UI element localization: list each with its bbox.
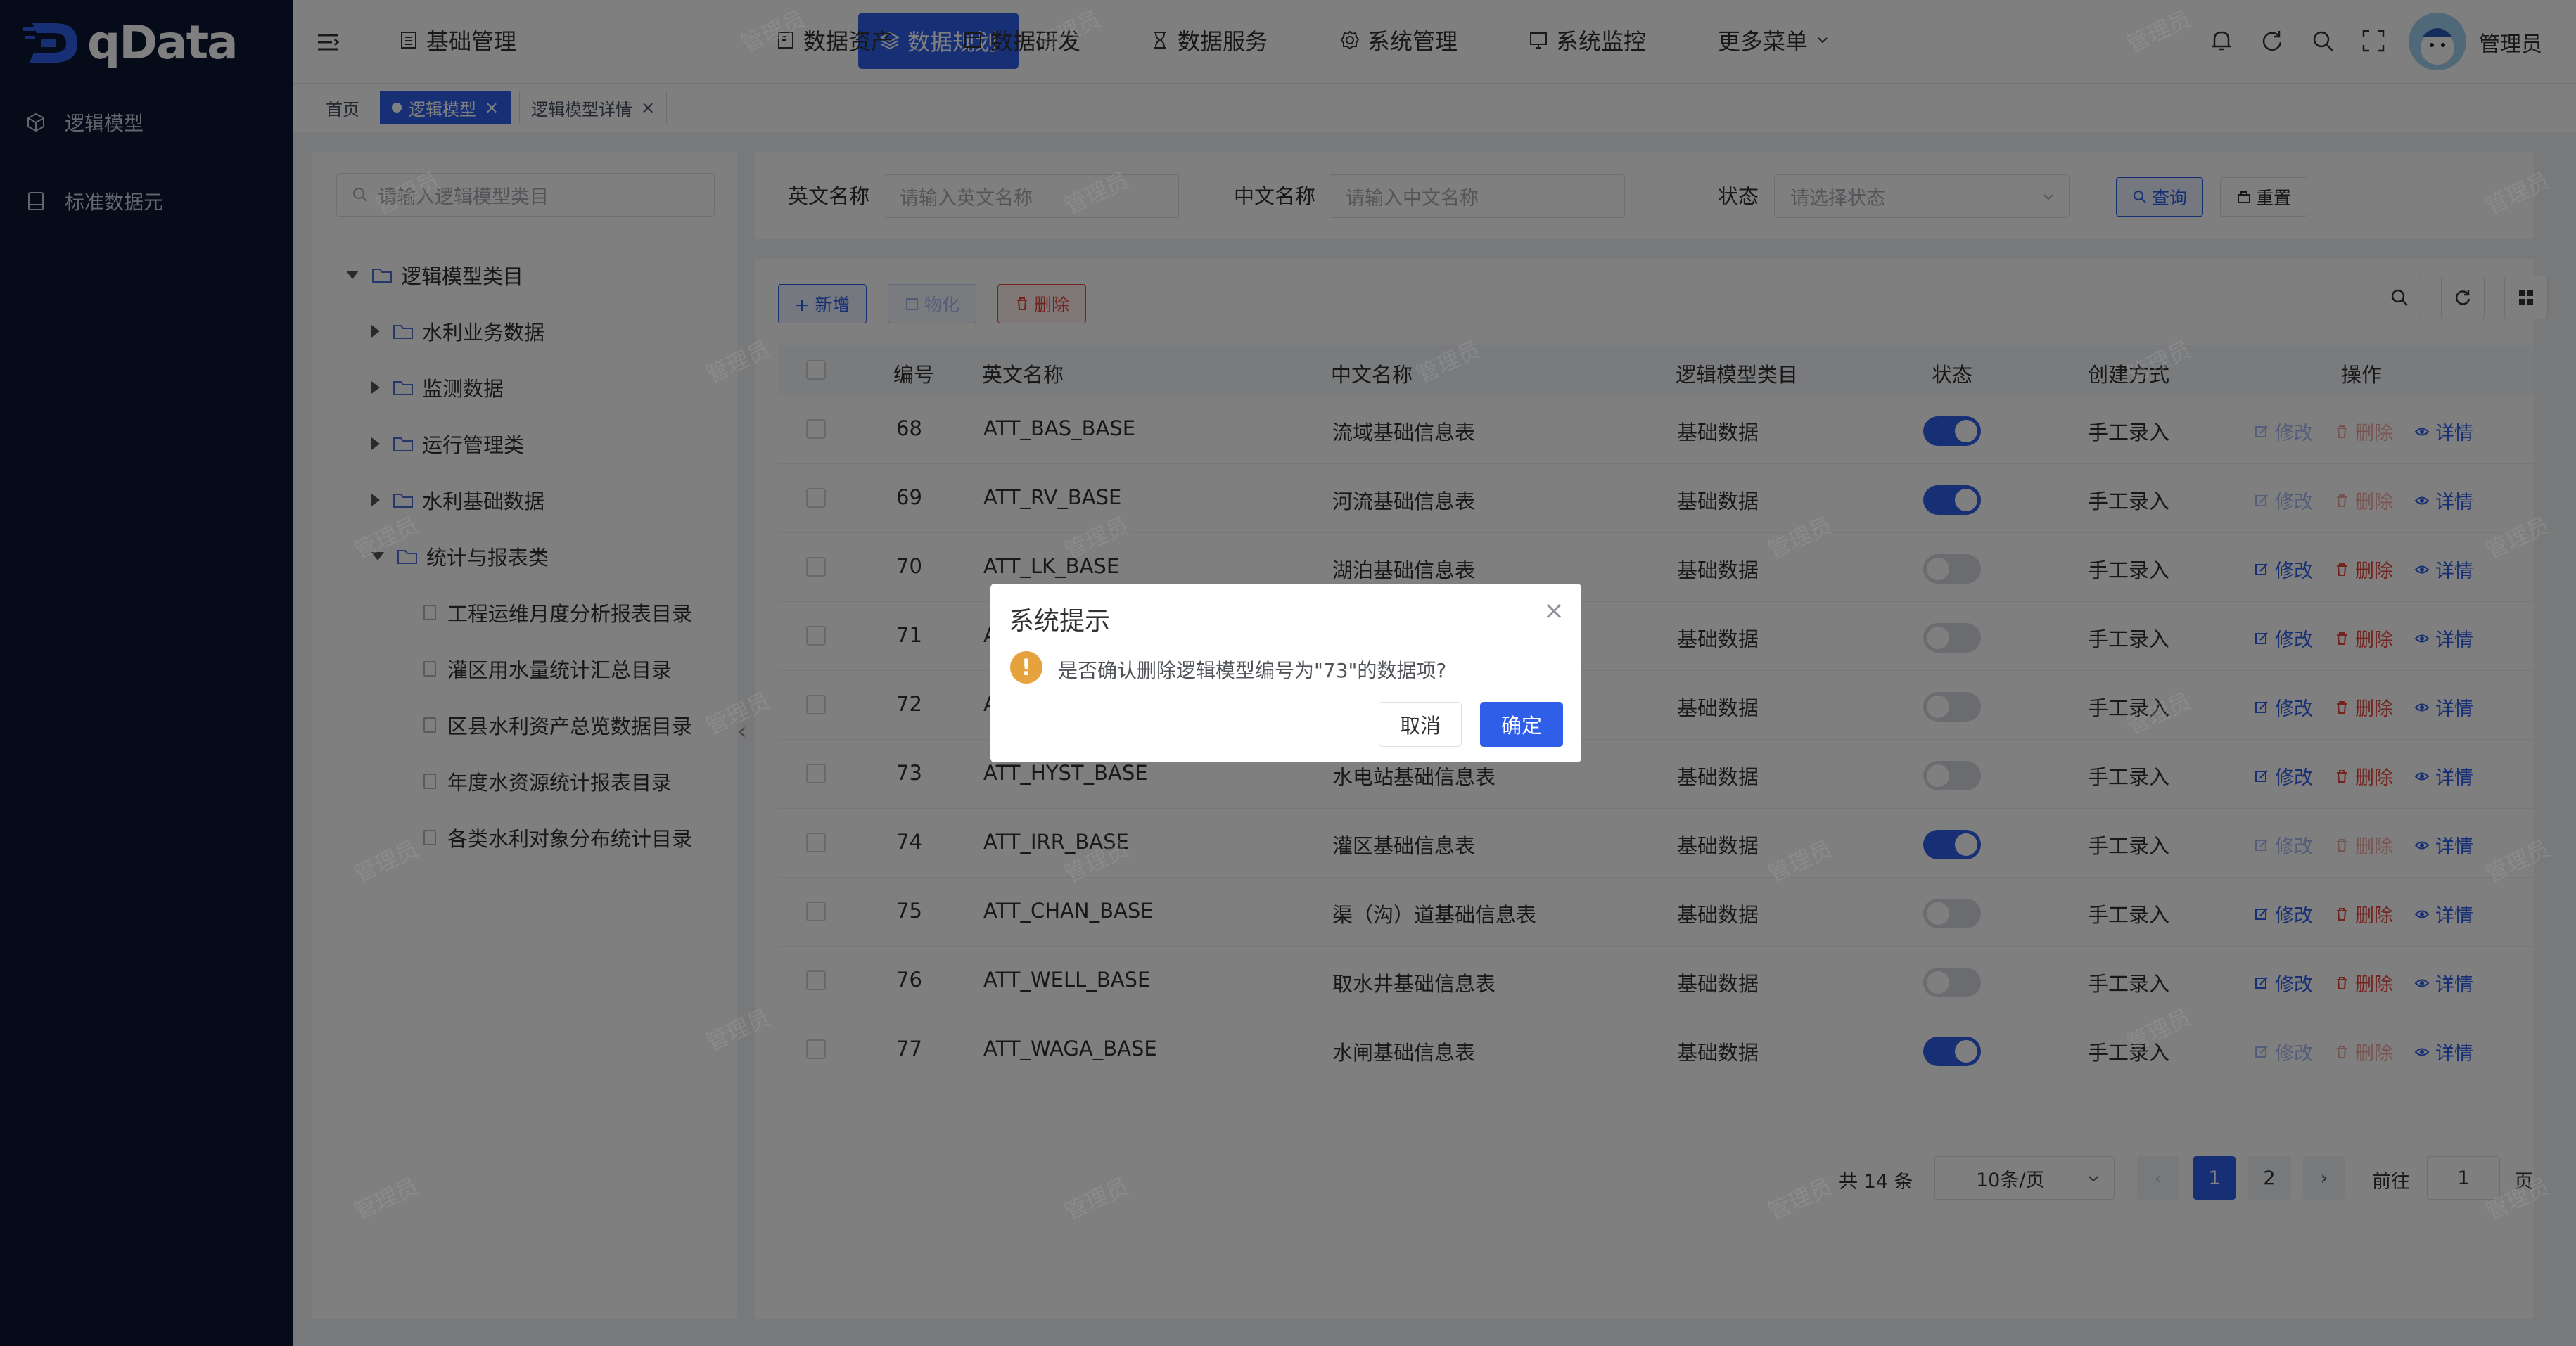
close-icon[interactable]: ×: [1543, 596, 1564, 625]
confirm-dialog: 系统提示 × ! 是否确认删除逻辑模型编号为"73"的数据项? 取消 确定: [990, 584, 1581, 762]
dialog-title: 系统提示: [1009, 607, 1111, 636]
warning-icon: !: [1010, 651, 1042, 684]
confirm-button[interactable]: 确定: [1480, 702, 1563, 747]
dialog-message: 是否确认删除逻辑模型编号为"73"的数据项?: [1058, 659, 1447, 682]
cancel-button[interactable]: 取消: [1379, 702, 1462, 747]
